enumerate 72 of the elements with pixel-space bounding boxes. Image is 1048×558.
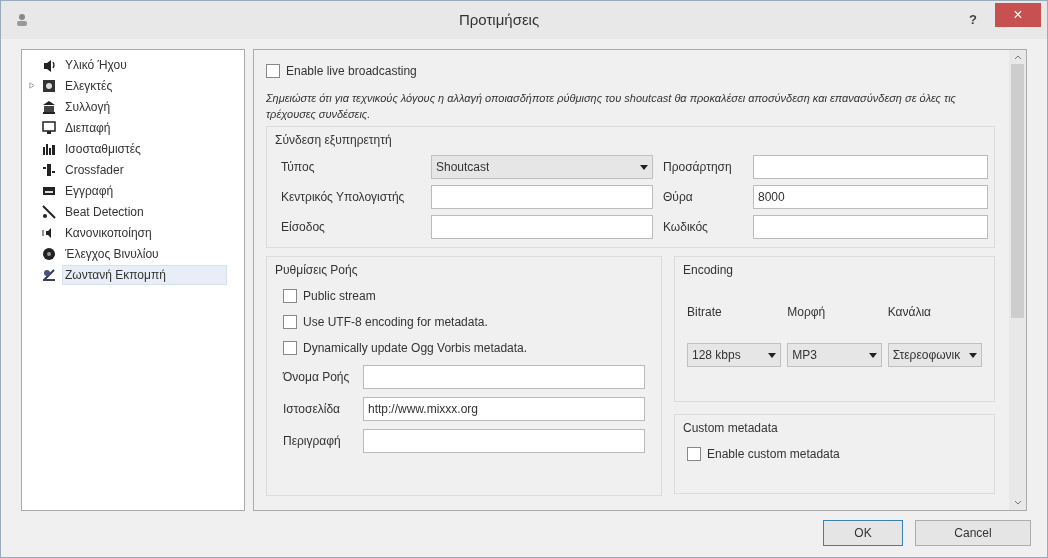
group-title: Custom metadata	[683, 420, 778, 437]
group-title: Σύνδεση εξυπηρετητή	[275, 132, 392, 149]
sidebar-item[interactable]: Κανονικοποίηση	[62, 222, 155, 243]
field-label: Προσάρτηση	[663, 159, 733, 176]
dropdown-arrow-icon	[640, 164, 648, 170]
scrollbar-thumb[interactable]	[1011, 64, 1024, 318]
field-label: Όνομα Ροής	[283, 369, 351, 386]
text-field[interactable]	[363, 429, 645, 453]
sidebar-item[interactable]: Crossfader	[62, 159, 127, 180]
disc-icon	[42, 246, 56, 261]
field-label: Κωδικός	[663, 219, 709, 236]
sidebar-item[interactable]: Ζωντανή Εκπομπή	[62, 264, 227, 285]
dropdown[interactable]: MP3	[787, 343, 882, 367]
checkbox-label: Use UTF-8 encoding for metadata.	[303, 314, 488, 331]
sidebar-item[interactable]: Συλλογή	[62, 96, 114, 117]
checkbox-label: Enable custom metadata	[707, 446, 840, 463]
monitor-icon	[42, 120, 56, 135]
text-field[interactable]	[363, 365, 645, 389]
note-text: Σημειώστε ότι για τεχνικούς λόγους η αλλαγή οποιασδήποτε ρύθμισης του shoutcast θα προκαλέσει αποσύνδεση και επανασύνδεση σε όλες τις τρέχουσες συνδέσεις.	[266, 91, 957, 122]
sidebar-item[interactable]: Ελεγκτές	[62, 75, 116, 96]
text-field[interactable]	[753, 215, 988, 239]
scroll-down-icon[interactable]	[1013, 500, 1022, 505]
dropdown[interactable]: Shoutcast	[431, 155, 653, 179]
window-title: Προτιμήσεις	[458, 10, 540, 28]
close-button[interactable]: ×	[995, 3, 1041, 27]
checkbox[interactable]	[266, 64, 280, 78]
sidebar-item[interactable]: Διεπαφή	[62, 117, 114, 138]
checkbox[interactable]	[283, 341, 297, 355]
field-label: Κανάλια	[887, 304, 932, 321]
field-label: Είσοδος	[281, 219, 326, 236]
speaker-icon	[42, 57, 56, 72]
sidebar-item[interactable]: Εγγραφή	[62, 180, 117, 201]
slider-icon	[42, 162, 56, 177]
checkbox-label: Public stream	[303, 288, 376, 305]
sidebar-item[interactable]: Ισοσταθμιστές	[62, 138, 144, 159]
checkbox[interactable]	[283, 289, 297, 303]
checkbox-label: Dynamically update Ogg Vorbis metadata.	[303, 340, 528, 357]
field-label: Μορφή	[787, 304, 827, 321]
app-icon	[15, 13, 29, 27]
field-label: Θύρα	[663, 189, 694, 206]
sidebar-item[interactable]: Υλικό Ήχου	[62, 54, 130, 75]
field-label: Bitrate	[687, 304, 723, 321]
dropdown[interactable]: Στερεοφωνικ	[887, 343, 982, 367]
dropdown-arrow-icon	[868, 352, 877, 358]
text-field[interactable]	[753, 155, 988, 179]
expand-arrow-icon[interactable]	[28, 82, 35, 89]
field-label: Περιγραφή	[283, 433, 342, 450]
field-label: Ιστοσελίδα	[283, 401, 342, 418]
help-button[interactable]: ?	[969, 10, 977, 30]
text-field[interactable]	[431, 215, 653, 239]
checkbox[interactable]	[283, 315, 297, 329]
dropdown-arrow-icon	[969, 352, 977, 358]
text-field[interactable]: 8000	[753, 185, 988, 209]
dropdown-arrow-icon	[768, 352, 777, 358]
dialog-button[interactable]: Cancel	[915, 520, 1031, 546]
group-title: Ρυθμίσεις Ροής	[275, 262, 358, 279]
equalizer-icon	[42, 141, 56, 156]
dropdown[interactable]: 128 kbps	[687, 343, 782, 367]
sidebar-item[interactable]: Έλεγχος Βινυλίου	[62, 243, 162, 264]
checkbox[interactable]	[687, 447, 701, 461]
controller-icon	[42, 78, 56, 93]
library-icon	[42, 99, 56, 114]
field-label: Κεντρικός Υπολογιστής	[281, 189, 406, 206]
dialog-button[interactable]: OK	[823, 520, 903, 546]
sidebar-item[interactable]: Beat Detection	[62, 201, 147, 222]
scrollbar[interactable]	[1009, 50, 1026, 510]
scroll-up-icon[interactable]	[1013, 55, 1022, 60]
text-field[interactable]	[431, 185, 653, 209]
field-label: Τύπος	[281, 159, 316, 176]
checkbox-label: Enable live broadcasting	[286, 63, 417, 80]
text-field[interactable]: http://www.mixxx.org	[363, 397, 645, 421]
group-title: Encoding	[683, 262, 734, 279]
